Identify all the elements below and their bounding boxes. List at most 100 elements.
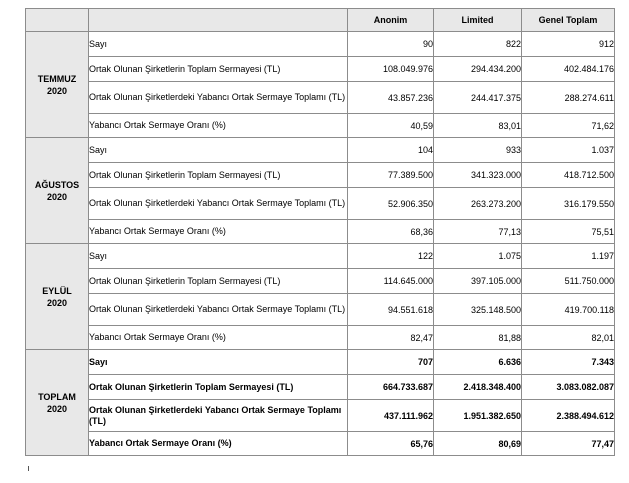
- period-cell: EYLÜL 2020: [25, 243, 89, 350]
- value-anonim: 52.906.350: [347, 187, 434, 220]
- value-genel-toplam: 419.700.118: [521, 293, 615, 326]
- row-yabanci-sermaye: Ortak Olunan Şirketlerdeki Yabancı Ortak…: [26, 293, 615, 326]
- row-label: Yabancı Ortak Sermaye Oranı (%): [88, 431, 348, 456]
- row-yabanci-sermaye: Ortak Olunan Şirketlerdeki Yabancı Ortak…: [26, 399, 615, 432]
- value-limited: 263.273.200: [433, 187, 522, 220]
- value-anonim: 108.049.976: [347, 56, 434, 82]
- value-limited: 81,88: [433, 325, 522, 350]
- value-limited: 244.417.375: [433, 81, 522, 114]
- value-genel-toplam: 402.484.176: [521, 56, 615, 82]
- row-sayi: TEMMUZ 2020 Sayı 90 822 912: [25, 31, 615, 138]
- value-limited: 294.434.200: [433, 56, 522, 82]
- period-cell: AĞUSTOS 2020: [25, 137, 89, 244]
- period-year: 2020: [46, 403, 68, 414]
- statistics-table: Anonim Limited Genel Toplam TEMMUZ 2020 Sa…: [25, 8, 615, 456]
- value-genel-toplam: 7.343: [521, 349, 615, 375]
- row-label: Sayı: [88, 349, 348, 375]
- row-label: Ortak Olunan Şirketlerdeki Yabancı Ortak…: [88, 187, 348, 220]
- period-month: AĞUSTOS: [34, 179, 80, 190]
- header-label-cell: [88, 8, 348, 32]
- value-anonim: 90: [347, 31, 434, 57]
- value-anonim: 707: [347, 349, 434, 375]
- value-anonim: 68,36: [347, 219, 434, 244]
- row-label: Ortak Olunan Şirketlerin Toplam Sermayes…: [88, 268, 348, 294]
- row-label: Ortak Olunan Şirketlerin Toplam Sermayes…: [88, 374, 348, 400]
- value-limited: 80,69: [433, 431, 522, 456]
- row-oran: Yabancı Ortak Sermaye Oranı (%) 68,36 77,1…: [26, 219, 615, 244]
- row-label: Ortak Olunan Şirketlerdeki Yabancı Ortak…: [88, 399, 348, 432]
- value-genel-toplam: 71,62: [521, 113, 615, 138]
- period-year: 2020: [46, 191, 68, 202]
- row-oran: Yabancı Ortak Sermaye Oranı (%) 82,47 81,8…: [26, 325, 615, 350]
- value-anonim: 437.111.962: [347, 399, 434, 432]
- row-label: Sayı: [88, 137, 348, 163]
- row-toplam-sermaye: Ortak Olunan Şirketlerin Toplam Sermayes…: [26, 162, 615, 188]
- value-genel-toplam: 511.750.000: [521, 268, 615, 294]
- value-genel-toplam: 912: [521, 31, 615, 57]
- value-genel-toplam: 316.179.550: [521, 187, 615, 220]
- row-toplam-sermaye: Ortak Olunan Şirketlerin Toplam Sermayes…: [26, 374, 615, 400]
- value-anonim: 40,59: [347, 113, 434, 138]
- value-anonim: 664.733.687: [347, 374, 434, 400]
- value-anonim: 77.389.500: [347, 162, 434, 188]
- value-anonim: 43.857.236: [347, 81, 434, 114]
- value-limited: 1.951.382.650: [433, 399, 522, 432]
- value-anonim: 114.645.000: [347, 268, 434, 294]
- row-label: Yabancı Ortak Sermaye Oranı (%): [88, 325, 348, 350]
- value-anonim: 104: [347, 137, 434, 163]
- period-month: EYLÜL: [42, 285, 72, 296]
- value-limited: 325.148.500: [433, 293, 522, 326]
- row-label: Ortak Olunan Şirketlerdeki Yabancı Ortak…: [88, 293, 348, 326]
- row-label: Yabancı Ortak Sermaye Oranı (%): [88, 219, 348, 244]
- header-corner-cell: [25, 8, 89, 32]
- period-month: TEMMUZ: [37, 73, 77, 84]
- value-limited: 933: [433, 137, 522, 163]
- row-label: Ortak Olunan Şirketlerdeki Yabancı Ortak…: [88, 81, 348, 114]
- value-limited: 77,13: [433, 219, 522, 244]
- value-limited: 341.323.000: [433, 162, 522, 188]
- value-limited: 83,01: [433, 113, 522, 138]
- header-anonim: Anonim: [347, 8, 434, 32]
- value-genel-toplam: 82,01: [521, 325, 615, 350]
- value-genel-toplam: 1.197: [521, 243, 615, 269]
- row-label: Sayı: [88, 243, 348, 269]
- value-limited: 397.105.000: [433, 268, 522, 294]
- row-label: Ortak Olunan Şirketlerin Toplam Sermayes…: [88, 162, 348, 188]
- value-limited: 6.636: [433, 349, 522, 375]
- row-oran: Yabancı Ortak Sermaye Oranı (%) 65,76 80,6…: [26, 431, 615, 456]
- period-cell: TOPLAM 2020: [25, 349, 89, 456]
- row-label: Yabancı Ortak Sermaye Oranı (%): [88, 113, 348, 138]
- value-genel-toplam: 418.712.500: [521, 162, 615, 188]
- value-anonim: 82,47: [347, 325, 434, 350]
- value-anonim: 122: [347, 243, 434, 269]
- row-toplam-sermaye: Ortak Olunan Şirketlerin Toplam Sermayes…: [26, 56, 615, 82]
- row-sayi: TOPLAM 2020 Sayı 707 6.636 7.343: [25, 349, 615, 456]
- period-year: 2020: [46, 85, 68, 96]
- header-genel-toplam: Genel Toplam: [521, 8, 615, 32]
- value-genel-toplam: 2.388.494.612: [521, 399, 615, 432]
- value-limited: 2.418.348.400: [433, 374, 522, 400]
- page-tick-mark: [28, 466, 29, 471]
- period-year: 2020: [46, 297, 68, 308]
- value-limited: 1.075: [433, 243, 522, 269]
- row-oran: Yabancı Ortak Sermaye Oranı (%) 40,59 83,0…: [26, 113, 615, 138]
- row-label: Ortak Olunan Şirketlerin Toplam Sermayes…: [88, 56, 348, 82]
- value-anonim: 94.551.618: [347, 293, 434, 326]
- value-genel-toplam: 77,47: [521, 431, 615, 456]
- row-yabanci-sermaye: Ortak Olunan Şirketlerdeki Yabancı Ortak…: [26, 81, 615, 114]
- period-month: TOPLAM: [38, 391, 76, 402]
- row-sayi: AĞUSTOS 2020 Sayı 104 933 1.037: [25, 137, 615, 244]
- row-yabanci-sermaye: Ortak Olunan Şirketlerdeki Yabancı Ortak…: [26, 187, 615, 220]
- value-limited: 822: [433, 31, 522, 57]
- row-sayi: EYLÜL 2020 Sayı 122 1.075 1.197: [25, 243, 615, 350]
- row-label: Sayı: [88, 31, 348, 57]
- value-genel-toplam: 288.274.611: [521, 81, 615, 114]
- header-row: Anonim Limited Genel Toplam: [25, 8, 615, 32]
- header-limited: Limited: [433, 8, 522, 32]
- value-anonim: 65,76: [347, 431, 434, 456]
- row-toplam-sermaye: Ortak Olunan Şirketlerin Toplam Sermayes…: [26, 268, 615, 294]
- value-genel-toplam: 75,51: [521, 219, 615, 244]
- value-genel-toplam: 1.037: [521, 137, 615, 163]
- period-cell: TEMMUZ 2020: [25, 31, 89, 138]
- value-genel-toplam: 3.083.082.087: [521, 374, 615, 400]
